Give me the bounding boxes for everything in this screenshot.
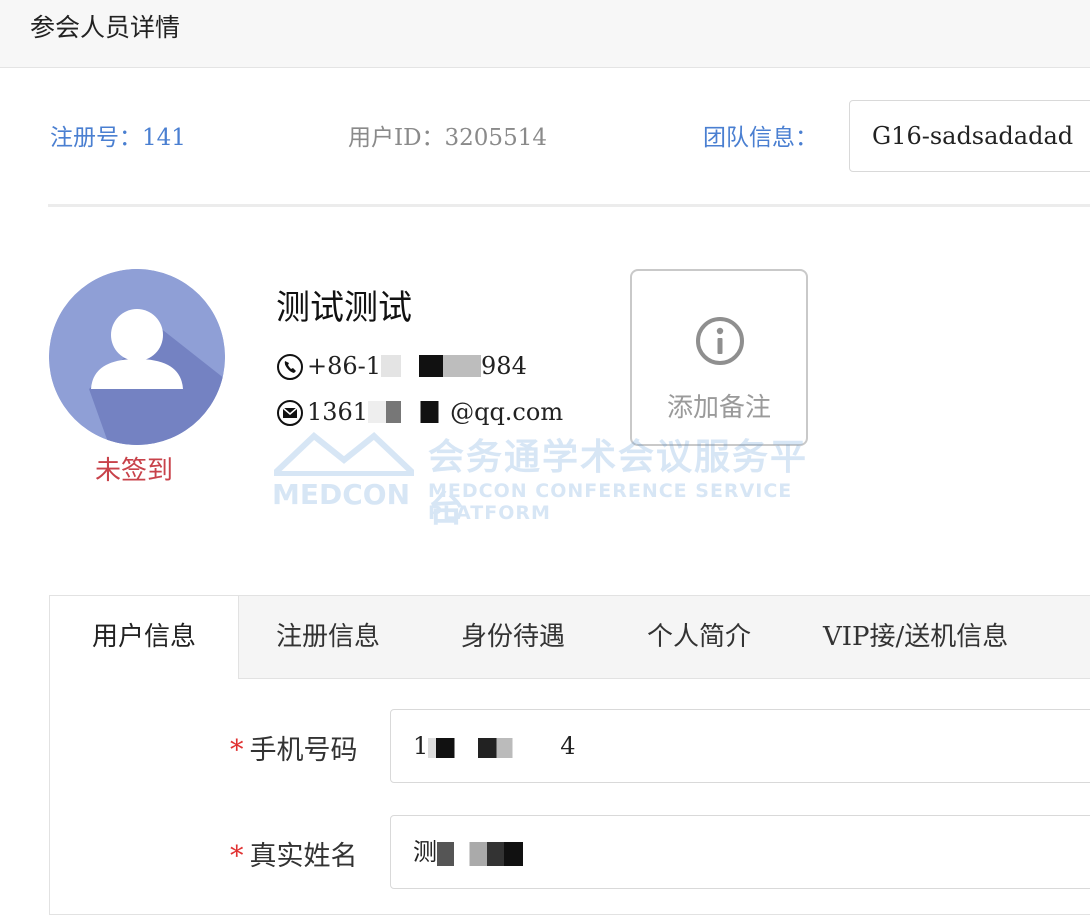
user-id: 用户ID：3205514 bbox=[348, 118, 547, 158]
email-prefix: 1361 bbox=[307, 398, 369, 426]
phone-number-label: * 手机号码 bbox=[230, 735, 358, 766]
tab-registration-info[interactable]: 注册信息 bbox=[276, 596, 380, 678]
required-mark: * bbox=[230, 735, 244, 766]
team-info-field[interactable]: G16-sadsadadad bbox=[849, 100, 1090, 172]
avatar bbox=[49, 269, 225, 445]
user-id-value: 3205514 bbox=[444, 125, 547, 151]
real-name-input[interactable]: 测 bbox=[390, 815, 1090, 889]
real-name-prefix: 测 bbox=[413, 838, 437, 866]
redacted-block bbox=[368, 401, 451, 423]
registration-number-label: 注册号： bbox=[50, 125, 142, 151]
team-info-label: 团队信息： bbox=[703, 125, 818, 151]
header-bar: 参会人员详情 bbox=[0, 0, 1090, 68]
phone-icon bbox=[276, 352, 304, 380]
logo-icon bbox=[274, 432, 414, 476]
attendee-name: 测试测试 bbox=[276, 288, 412, 328]
mail-icon bbox=[276, 398, 304, 426]
checkin-status: 未签到 bbox=[95, 456, 174, 486]
add-note-button[interactable]: 添加备注 bbox=[630, 269, 808, 446]
required-mark: * bbox=[230, 841, 244, 872]
redacted-block bbox=[428, 737, 561, 758]
phone-line: +86-1 984 bbox=[276, 350, 527, 382]
user-id-label: 用户ID： bbox=[348, 125, 445, 151]
watermark-en: MEDCON CONFERENCE SERVICE PLATFORM bbox=[428, 480, 793, 524]
tab-user-info[interactable]: 用户信息 bbox=[50, 596, 239, 679]
info-icon bbox=[696, 317, 744, 365]
registration-number-value: 141 bbox=[142, 125, 186, 151]
add-note-label: 添加备注 bbox=[666, 393, 771, 423]
email-suffix: @qq.com bbox=[450, 398, 564, 426]
tab-vip-transfer-info[interactable]: VIP接/送机信息 bbox=[823, 596, 1008, 678]
phone-value-prefix: 1 bbox=[413, 732, 429, 760]
redacted-block bbox=[381, 355, 482, 377]
watermark-logo: MEDCON bbox=[272, 478, 411, 511]
phone-suffix: 984 bbox=[481, 352, 527, 380]
email-line: 1361 @qq.com bbox=[276, 396, 563, 428]
phone-number-input[interactable]: 14 bbox=[390, 709, 1090, 783]
redacted-block bbox=[437, 841, 523, 866]
divider bbox=[48, 204, 1090, 207]
tab-identity-benefits[interactable]: 身份待遇 bbox=[461, 596, 565, 678]
page-title: 参会人员详情 bbox=[30, 13, 181, 42]
tab-bar: 用户信息 注册信息 身份待遇 个人简介 VIP接/送机信息 bbox=[50, 596, 1090, 679]
avatar-icon bbox=[49, 269, 225, 445]
tab-personal-profile[interactable]: 个人简介 bbox=[647, 596, 751, 678]
registration-number: 注册号：141 bbox=[50, 118, 186, 158]
phone-prefix: +86-1 bbox=[307, 352, 382, 380]
real-name-label: * 真实姓名 bbox=[230, 841, 358, 872]
phone-value-suffix: 4 bbox=[560, 732, 576, 760]
